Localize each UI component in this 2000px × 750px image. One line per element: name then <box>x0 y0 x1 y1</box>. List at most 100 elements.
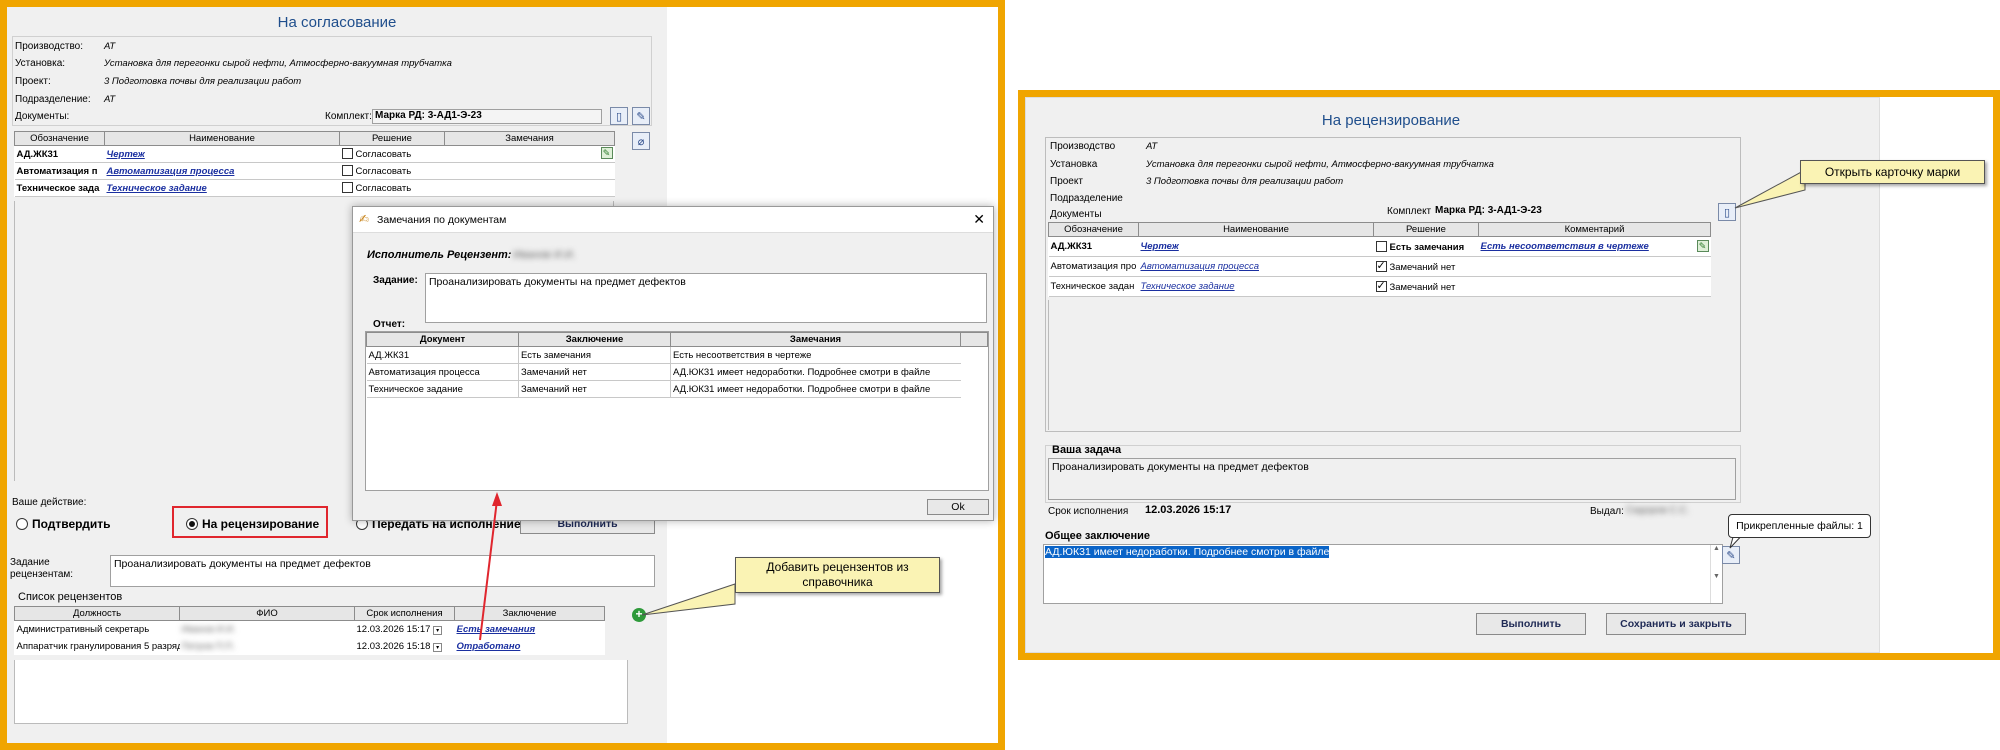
remark-cell[interactable]: ✎ <box>444 145 615 163</box>
komplekt-value: Марка РД: 3-АД1-Э-23 <box>1435 205 1542 216</box>
decision-cell[interactable]: Согласовать <box>339 179 445 197</box>
column-header[interactable]: Комментарий <box>1478 222 1711 237</box>
reviewer-conclusion-link[interactable]: Отработано <box>455 638 605 655</box>
decision-checkbox[interactable] <box>341 182 353 193</box>
your-task-field: Проанализировать документы на предмет де… <box>1048 458 1736 500</box>
decision-cell[interactable]: Замечаний нет <box>1373 256 1479 277</box>
reviewer-conclusion-link[interactable]: Есть замечания <box>455 621 605 638</box>
column-header[interactable]: Решение <box>1373 222 1479 237</box>
reviewers-area <box>14 660 628 724</box>
callout-pointer <box>641 583 736 616</box>
table-row[interactable]: Автоматизация про Автоматизация процесса… <box>1048 256 1711 277</box>
open-card-button[interactable]: ▯ <box>610 107 628 125</box>
decision-label: Замечаний нет <box>1389 281 1456 293</box>
radio-confirm[interactable]: Подтвердить <box>16 517 110 531</box>
column-header[interactable]: Обозначение <box>1048 222 1139 237</box>
column-header[interactable]: Заключение <box>518 332 671 347</box>
reviewer-name: Иванов И.И. <box>181 623 236 635</box>
doc-name-link[interactable]: Чертеж <box>104 145 340 163</box>
decision-checkbox[interactable] <box>1375 279 1387 292</box>
report-doc: Автоматизация процесса <box>366 363 519 381</box>
pencil-icon[interactable]: ✎ <box>600 147 613 159</box>
decision-cell[interactable]: Согласовать <box>339 162 445 180</box>
doc-code: АД.ЖК31 <box>14 145 105 163</box>
report-remark: АД.ЮК31 имеет недоработки. Подробнее смо… <box>670 363 961 381</box>
execute-button[interactable]: Выполнить <box>1476 613 1586 635</box>
komplekt-field[interactable]: Марка РД: 3-АД1-Э-23 <box>372 109 602 124</box>
table-row[interactable]: Автоматизация п Автоматизация процесса С… <box>14 162 615 180</box>
comment-cell[interactable] <box>1478 276 1711 297</box>
remark-cell[interactable] <box>444 162 615 180</box>
field-label: Установка: <box>15 58 66 69</box>
dialog-title: Замечания по документам <box>377 214 507 226</box>
decision-checkbox[interactable] <box>341 148 353 159</box>
attach-icon[interactable]: ⌀ <box>632 132 650 150</box>
decision-checkbox[interactable] <box>1375 259 1387 272</box>
doc-name-link[interactable]: Техническое задание <box>104 179 340 197</box>
table-row[interactable]: АД.ЖК31 Чертеж Согласовать ✎ <box>14 145 615 163</box>
column-header[interactable]: Замечания <box>444 131 615 146</box>
column-header[interactable]: Заключение <box>454 606 605 621</box>
decision-label: Согласовать <box>355 149 412 160</box>
decision-checkbox[interactable] <box>341 165 353 176</box>
executor-name: Иванов И.И. <box>513 249 576 261</box>
column-header[interactable]: Решение <box>339 131 445 146</box>
comment-cell[interactable] <box>1478 256 1711 277</box>
conclusion-value: АД.ЮК31 имеет недоработки. Подробнее смо… <box>1045 546 1330 558</box>
column-header[interactable]: Срок исполнения <box>354 606 455 621</box>
doc-name-link[interactable]: Автоматизация процесса <box>104 162 340 180</box>
decision-cell[interactable]: Согласовать <box>339 145 445 163</box>
task-field[interactable]: Проанализировать документы на предмет де… <box>110 555 655 587</box>
radio-review[interactable]: На рецензирование <box>186 517 319 531</box>
save-close-button[interactable]: Сохранить и закрыть <box>1606 613 1746 635</box>
report-conclusion: Замечаний нет <box>518 380 671 398</box>
table-row[interactable]: Административный секретарь Иванов И.И. 1… <box>15 621 605 638</box>
column-header[interactable]: Наименование <box>104 131 340 146</box>
task-label: Задание рецензентам: <box>10 557 74 580</box>
table-row[interactable]: АД.ЖК31 Есть замечания Есть несоответств… <box>366 346 961 364</box>
table-row[interactable]: Аппаратчик гранулирования 5 разряд Петро… <box>15 638 605 655</box>
table-row[interactable]: АД.ЖК31 Чертеж Есть замечания Есть несоо… <box>1048 236 1711 257</box>
comment-link[interactable]: Есть несоответствия в чертеже ✎ <box>1478 236 1711 257</box>
edit-tool-icon[interactable]: ✎ <box>632 107 650 125</box>
attached-files-tooltip: Прикрепленные файлы: 1 <box>1728 514 1871 538</box>
table-row[interactable]: Техническое задан Техническое задание За… <box>1048 276 1711 297</box>
reviewer-deadline[interactable]: 12.03.2026 15:17 ▾ <box>355 621 455 638</box>
report-remark: АД.ЮК31 имеет недоработки. Подробнее смо… <box>670 380 961 398</box>
column-header[interactable]: ФИО <box>179 606 355 621</box>
dialog-task-field[interactable]: Проанализировать документы на предмет де… <box>425 273 987 323</box>
table-row[interactable]: Автоматизация процесса Замечаний нет АД.… <box>366 363 961 381</box>
report-doc: АД.ЖК31 <box>366 346 519 364</box>
field-label: Проект <box>1050 176 1083 187</box>
decision-checkbox[interactable] <box>1375 240 1387 252</box>
column-header[interactable]: Документ <box>366 332 519 347</box>
field-label: Подразделение <box>1050 193 1123 204</box>
decision-label: Замечаний нет <box>1389 261 1456 273</box>
column-header[interactable]: Наименование <box>1138 222 1374 237</box>
dropdown-icon[interactable]: ▾ <box>433 642 443 652</box>
column-header[interactable]: Замечания <box>670 332 961 347</box>
doc-name-link[interactable]: Автоматизация процесса <box>1138 256 1374 277</box>
reviewers-title: Список рецензентов <box>18 591 123 603</box>
remark-cell[interactable] <box>444 179 615 197</box>
table-row[interactable]: Техническое зада Техническое задание Сог… <box>14 179 615 197</box>
close-icon[interactable]: ✕ <box>973 211 985 228</box>
reviewer-position: Административный секретарь <box>16 623 150 635</box>
ok-button[interactable]: Ok <box>927 499 989 515</box>
komplekt-label: Комплект: <box>325 111 372 122</box>
column-header[interactable]: Должность <box>14 606 180 621</box>
decision-cell[interactable]: Замечаний нет <box>1373 276 1479 297</box>
doc-code: АД.ЖК31 <box>1048 236 1139 257</box>
doc-name-link[interactable]: Техническое задание <box>1138 276 1374 297</box>
dropdown-icon[interactable]: ▾ <box>433 625 443 635</box>
decision-cell[interactable]: Есть замечания <box>1373 236 1479 257</box>
remarks-dialog: ✍ Замечания по документам ✕ Исполнитель … <box>352 206 994 521</box>
table-row[interactable]: Техническое задание Замечаний нет АД.ЮК3… <box>366 380 961 398</box>
reviewer-deadline[interactable]: 12.03.2026 15:18 ▾ <box>355 638 455 655</box>
column-header[interactable]: Обозначение <box>14 131 105 146</box>
conclusion-field[interactable]: АД.ЮК31 имеет недоработки. Подробнее смо… <box>1043 544 1723 604</box>
conclusion-scrollbar[interactable]: ▲ ▼ <box>1710 545 1722 603</box>
pencil-icon[interactable]: ✎ <box>1696 240 1709 252</box>
dialog-app-icon: ✍ <box>359 212 370 226</box>
doc-name-link[interactable]: Чертеж <box>1138 236 1374 257</box>
